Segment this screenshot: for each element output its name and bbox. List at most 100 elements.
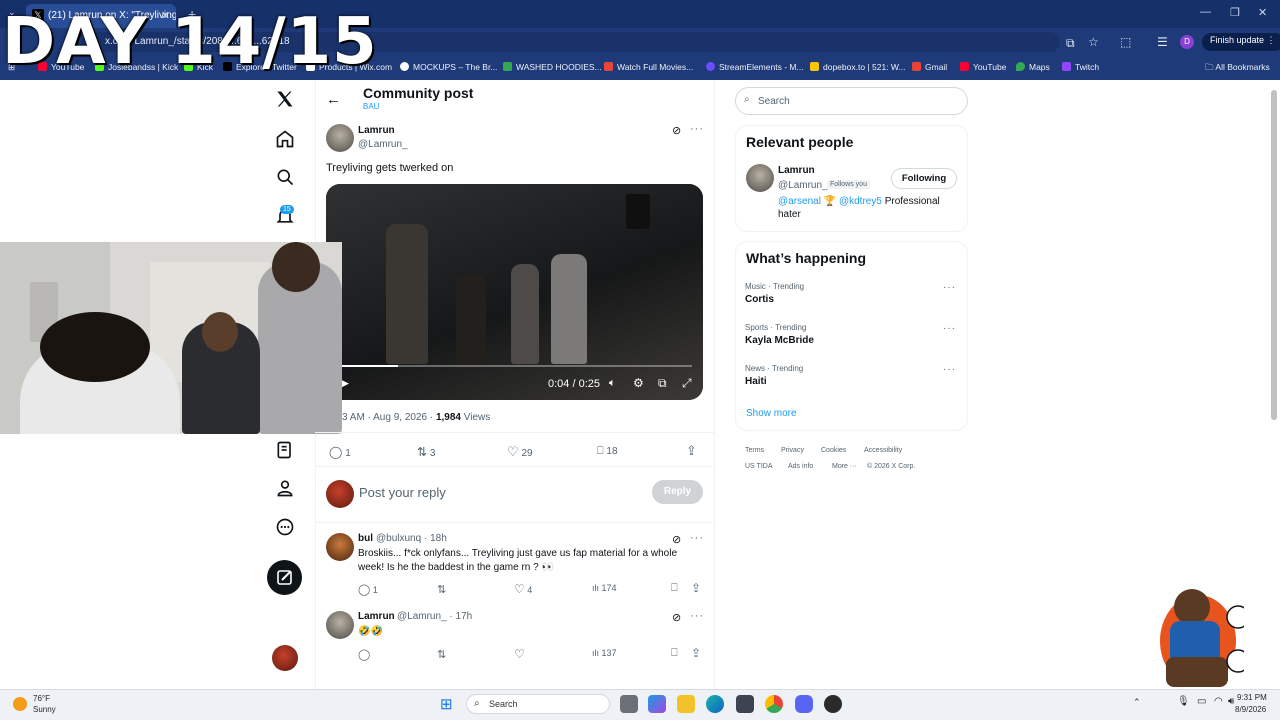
- obs-icon[interactable]: [824, 695, 842, 713]
- grok-icon[interactable]: ⊘: [672, 611, 681, 624]
- post-more-icon[interactable]: ···: [690, 123, 704, 135]
- heart-icon[interactable]: ♡: [514, 647, 525, 661]
- author-name[interactable]: Lamrun: [358, 125, 395, 136]
- person-avatar[interactable]: [746, 164, 774, 192]
- footer-ads-info[interactable]: Ads info: [788, 463, 813, 470]
- grok-icon[interactable]: ⊘: [672, 124, 681, 137]
- community-link[interactable]: BAU: [363, 102, 379, 111]
- clock-time[interactable]: 9:31 PM: [1237, 693, 1267, 702]
- bookmark-washed-hoodies[interactable]: WASHED HOODIES...: [503, 62, 602, 72]
- footer-privacy[interactable]: Privacy: [781, 447, 804, 454]
- close-window-icon[interactable]: ✕: [1258, 6, 1267, 19]
- reply-icon[interactable]: ◯: [358, 648, 370, 661]
- reply-action[interactable]: ◯ 1: [329, 445, 351, 459]
- volume-tray-icon[interactable]: 🔊︎: [1228, 696, 1234, 707]
- weather-desc[interactable]: Sunny: [33, 705, 56, 714]
- back-arrow-icon[interactable]: ←: [326, 91, 341, 108]
- bookmark-mockups[interactable]: MOCKUPS – The Br...: [400, 62, 497, 72]
- share-icon[interactable]: ⇪: [691, 581, 701, 595]
- bookmark-action[interactable]: ⎕ 18: [597, 445, 618, 458]
- reading-list-icon[interactable]: ☰: [1157, 35, 1168, 49]
- install-app-icon[interactable]: ⧉: [1066, 36, 1075, 51]
- footer-more[interactable]: More ···: [832, 463, 857, 470]
- bookmark-streamelements[interactable]: StreamElements - M...: [706, 62, 804, 72]
- footer-accessibility[interactable]: Accessibility: [864, 447, 902, 454]
- bookmark-maps[interactable]: Maps: [1016, 62, 1050, 72]
- trend-item[interactable]: Sports · Trending Kayla McBride ···: [735, 321, 968, 359]
- reply-views[interactable]: ılı 174: [592, 583, 617, 593]
- volume-icon[interactable]: 🔈︎: [609, 377, 616, 390]
- task-view-icon[interactable]: [620, 695, 638, 713]
- reply-like-action[interactable]: ♡ 4: [514, 582, 532, 596]
- footer-us-tida[interactable]: US TIDA: [745, 463, 773, 470]
- play-icon[interactable]: ▶: [342, 378, 349, 389]
- bookmark-icon[interactable]: ⎕: [671, 582, 678, 595]
- sun-weather-icon[interactable]: [13, 697, 27, 711]
- bookmark-twitch[interactable]: Twitch: [1062, 62, 1099, 72]
- reply-more-icon[interactable]: ···: [690, 610, 704, 622]
- following-button[interactable]: Following: [891, 168, 957, 189]
- home-icon[interactable]: [272, 126, 298, 152]
- taskbar-search[interactable]: ⌕ Search: [466, 694, 610, 714]
- more-icon[interactable]: [272, 514, 298, 540]
- share-icon[interactable]: ⇪: [691, 646, 701, 660]
- reply-more-icon[interactable]: ···: [690, 532, 704, 544]
- bookmark-dopebox[interactable]: dopebox.to | 521: W...: [810, 62, 906, 72]
- account-avatar[interactable]: [272, 645, 298, 671]
- file-explorer-icon[interactable]: [677, 695, 695, 713]
- star-icon[interactable]: ☆: [1088, 35, 1099, 49]
- windows-start-icon[interactable]: ⊞: [440, 695, 453, 713]
- author-avatar[interactable]: [326, 124, 354, 152]
- tray-overflow-icon[interactable]: ⌃: [1133, 697, 1141, 708]
- copilot-icon[interactable]: [648, 695, 666, 713]
- finish-update-button[interactable]: Finish update ⋮: [1202, 33, 1280, 51]
- compose-post-button[interactable]: [267, 560, 302, 595]
- trend-item[interactable]: Music · Trending Cortis ···: [735, 280, 968, 318]
- extensions-icon[interactable]: ⬚: [1120, 35, 1131, 49]
- reply-avatar[interactable]: [326, 611, 354, 639]
- settings-gear-icon[interactable]: ⚙: [633, 376, 644, 390]
- reply-avatar[interactable]: [326, 533, 354, 561]
- author-handle[interactable]: @Lamrun_: [358, 139, 408, 150]
- all-bookmarks[interactable]: 🗀 All Bookmarks: [1205, 62, 1270, 76]
- reply-author-handle[interactable]: @Lamrun_ · 17h: [397, 611, 472, 622]
- reply-author-handle[interactable]: @bulxunq · 18h: [376, 533, 447, 544]
- minimize-icon[interactable]: —: [1200, 6, 1211, 18]
- grok-icon[interactable]: ⊘: [672, 533, 681, 546]
- post-timestamp[interactable]: 3 AM · Aug 9, 2026 · 1,984 Views: [342, 412, 490, 423]
- bookmark-gmail[interactable]: Gmail: [912, 62, 947, 72]
- bookmark-icon[interactable]: ⎕: [671, 647, 678, 660]
- bookmark-youtube-2[interactable]: YouTube: [960, 62, 1006, 72]
- explore-search-icon[interactable]: [272, 164, 298, 190]
- page-scrollbar[interactable]: [1271, 90, 1277, 420]
- reply-reply-action[interactable]: ◯ 1: [358, 583, 378, 596]
- repost-action[interactable]: ⇅ 3: [417, 445, 435, 459]
- repost-icon[interactable]: ⇅: [437, 648, 446, 661]
- microphone-icon[interactable]: 🎙︎: [1177, 696, 1190, 707]
- reply-author-name[interactable]: Lamrun: [358, 611, 395, 622]
- bookmark-watch-movies[interactable]: Watch Full Movies...: [604, 62, 693, 72]
- chrome-icon[interactable]: [765, 695, 783, 713]
- wifi-icon[interactable]: ◠: [1214, 696, 1223, 707]
- profile-avatar[interactable]: D: [1180, 35, 1194, 49]
- pip-icon[interactable]: ⧉: [658, 376, 667, 391]
- x-logo-icon[interactable]: [272, 86, 298, 112]
- video-player[interactable]: ▶ 🔈︎ ⚙ ⧉ ⤢: [326, 184, 703, 400]
- reply-views[interactable]: ılı 137: [592, 648, 617, 658]
- show-more-link[interactable]: Show more: [746, 408, 797, 419]
- fullscreen-icon[interactable]: ⤢: [682, 376, 692, 391]
- footer-terms[interactable]: Terms: [745, 447, 764, 454]
- reply-button[interactable]: Reply: [652, 480, 703, 504]
- footer-cookies[interactable]: Cookies: [821, 447, 846, 454]
- search-input[interactable]: ⌕ Search: [735, 87, 968, 115]
- display-icon[interactable]: ▭: [1197, 696, 1206, 707]
- person-name[interactable]: Lamrun: [778, 165, 815, 176]
- trend-item[interactable]: News · Trending Haiti ···: [735, 362, 968, 400]
- person-handle[interactable]: @Lamrun_: [778, 180, 828, 191]
- repost-icon[interactable]: ⇅: [437, 583, 446, 596]
- profile-icon[interactable]: [272, 475, 298, 501]
- edge-icon[interactable]: [706, 695, 724, 713]
- discord-icon[interactable]: [795, 695, 813, 713]
- share-icon[interactable]: ⇪: [686, 443, 697, 459]
- lists-icon[interactable]: [272, 437, 298, 463]
